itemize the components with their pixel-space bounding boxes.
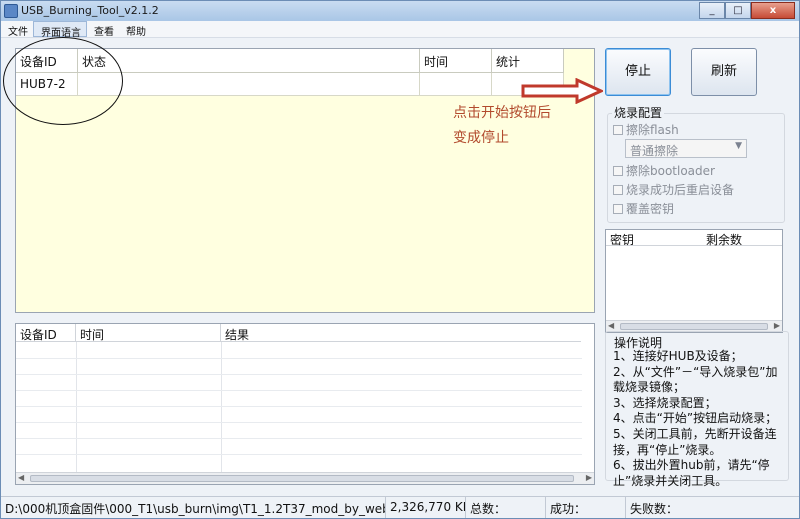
key-list-header: 密钥 剩余数 xyxy=(606,230,782,247)
menu-help[interactable]: 帮助 xyxy=(119,21,151,38)
column-divider xyxy=(76,342,77,472)
row-divider xyxy=(16,406,582,407)
scroll-right-icon[interactable]: ▶ xyxy=(774,321,780,330)
row-divider xyxy=(16,358,582,359)
menu-bar: 文件 界面语言 查看 帮助 xyxy=(1,21,799,39)
instructions-text: 1、连接好HUB及设备； 2、从“文件”－“导入烧录包”加载烧录镜像； 3、选择… xyxy=(613,349,787,489)
annotation-line-1: 点击开始按钮后 xyxy=(453,105,551,121)
reboot-after-checkbox[interactable]: 烧录成功后重启设备 xyxy=(613,181,734,198)
row-divider xyxy=(16,454,582,455)
log-list[interactable]: 设备ID 时间 结果 ◀ ▶ xyxy=(15,323,595,485)
scroll-left-icon[interactable]: ◀ xyxy=(608,321,614,330)
column-stats[interactable]: 统计 xyxy=(492,49,564,72)
annotation-line-2: 变成停止 xyxy=(453,130,509,146)
instruction-line: 5、关闭工具前，先断开设备连接，再“停止”烧录。 xyxy=(613,426,777,457)
checkbox-box xyxy=(613,165,623,176)
stop-button[interactable]: 停止 xyxy=(605,48,671,96)
window-title: USB_Burning_Tool_v2.1.2 xyxy=(21,4,159,17)
erase-bootloader-label: 擦除bootloader xyxy=(626,164,715,178)
checkbox-box xyxy=(613,184,623,195)
column-log-result[interactable]: 结果 xyxy=(221,324,581,342)
refresh-button[interactable]: 刷新 xyxy=(691,48,757,96)
overwrite-key-label: 覆盖密钥 xyxy=(626,202,675,216)
instruction-line: 2、从“文件”－“导入烧录包”加载烧录镜像； xyxy=(613,364,778,395)
checkbox-box xyxy=(613,203,623,214)
scroll-right-icon[interactable]: ▶ xyxy=(586,473,592,482)
app-icon xyxy=(4,4,18,18)
overwrite-key-checkbox[interactable]: 覆盖密钥 xyxy=(613,200,674,217)
row-divider xyxy=(16,422,582,423)
maximize-button[interactable]: □ xyxy=(725,2,751,19)
column-log-time[interactable]: 时间 xyxy=(76,324,221,342)
instruction-line: 1、连接好HUB及设备； xyxy=(613,349,743,363)
row-divider xyxy=(16,438,582,439)
status-cell xyxy=(78,73,420,95)
column-key[interactable]: 密钥 xyxy=(606,230,702,247)
column-time[interactable]: 时间 xyxy=(420,49,492,72)
menu-view[interactable]: 查看 xyxy=(87,21,119,38)
close-button[interactable]: x xyxy=(751,2,795,19)
row-divider xyxy=(16,374,582,375)
menu-language[interactable]: 界面语言 xyxy=(33,21,87,39)
erase-flash-checkbox[interactable]: 擦除flash xyxy=(613,121,679,138)
window-controls: _ □ x xyxy=(699,2,795,19)
erase-bootloader-checkbox[interactable]: 擦除bootloader xyxy=(613,162,715,179)
instruction-line: 4、点击“开始”按钮启动烧录； xyxy=(613,411,778,426)
status-success: 成功： xyxy=(546,497,626,518)
chevron-down-icon: ▼ xyxy=(735,141,742,151)
column-remaining[interactable]: 剩余数 xyxy=(702,230,782,247)
row-divider xyxy=(16,390,582,391)
column-divider xyxy=(221,342,222,472)
reboot-after-label: 烧录成功后重启设备 xyxy=(626,183,735,197)
status-bar: D:\000机顶盒固件\000_T1\usb_burn\img\T1_1.2T3… xyxy=(1,496,799,518)
status-path: D:\000机顶盒固件\000_T1\usb_burn\img\T1_1.2T3… xyxy=(1,497,386,518)
erase-mode-value: 普通擦除 xyxy=(630,144,679,158)
instruction-line: 3、选择烧录配置； xyxy=(613,395,717,410)
log-list-header: 设备ID 时间 结果 xyxy=(16,324,581,342)
status-total: 总数： xyxy=(466,497,546,518)
title-bar[interactable]: USB_Burning_Tool_v2.1.2 _ □ x xyxy=(1,1,799,21)
scroll-thumb[interactable] xyxy=(30,475,574,482)
burn-config-label: 烧录配置 xyxy=(612,104,665,121)
erase-flash-label: 擦除flash xyxy=(626,123,679,137)
log-list-scrollbar[interactable]: ◀ ▶ xyxy=(16,472,594,484)
status-size: 2,326,770 KB xyxy=(386,497,466,518)
minimize-button[interactable]: _ xyxy=(699,2,725,19)
checkbox-box xyxy=(613,124,623,135)
scroll-thumb[interactable] xyxy=(620,323,768,330)
status-fail: 失败数： xyxy=(630,502,679,516)
erase-mode-select[interactable]: 普通擦除 ▼ xyxy=(625,139,747,158)
column-status[interactable]: 状态 xyxy=(78,49,420,72)
scroll-left-icon[interactable]: ◀ xyxy=(18,473,24,482)
arrow-right-icon xyxy=(521,78,603,104)
key-list[interactable]: 密钥 剩余数 ◀ ▶ xyxy=(605,229,783,333)
time-cell xyxy=(420,73,492,95)
app-window: USB_Burning_Tool_v2.1.2 _ □ x 文件 界面语言 查看… xyxy=(0,0,800,519)
instruction-line: 6、拔出外置hub前，请先“停止”烧录并关闭工具。 xyxy=(613,458,770,488)
hand-drawn-circle xyxy=(3,37,123,125)
menu-file[interactable]: 文件 xyxy=(1,21,33,38)
column-log-device-id[interactable]: 设备ID xyxy=(16,324,76,342)
